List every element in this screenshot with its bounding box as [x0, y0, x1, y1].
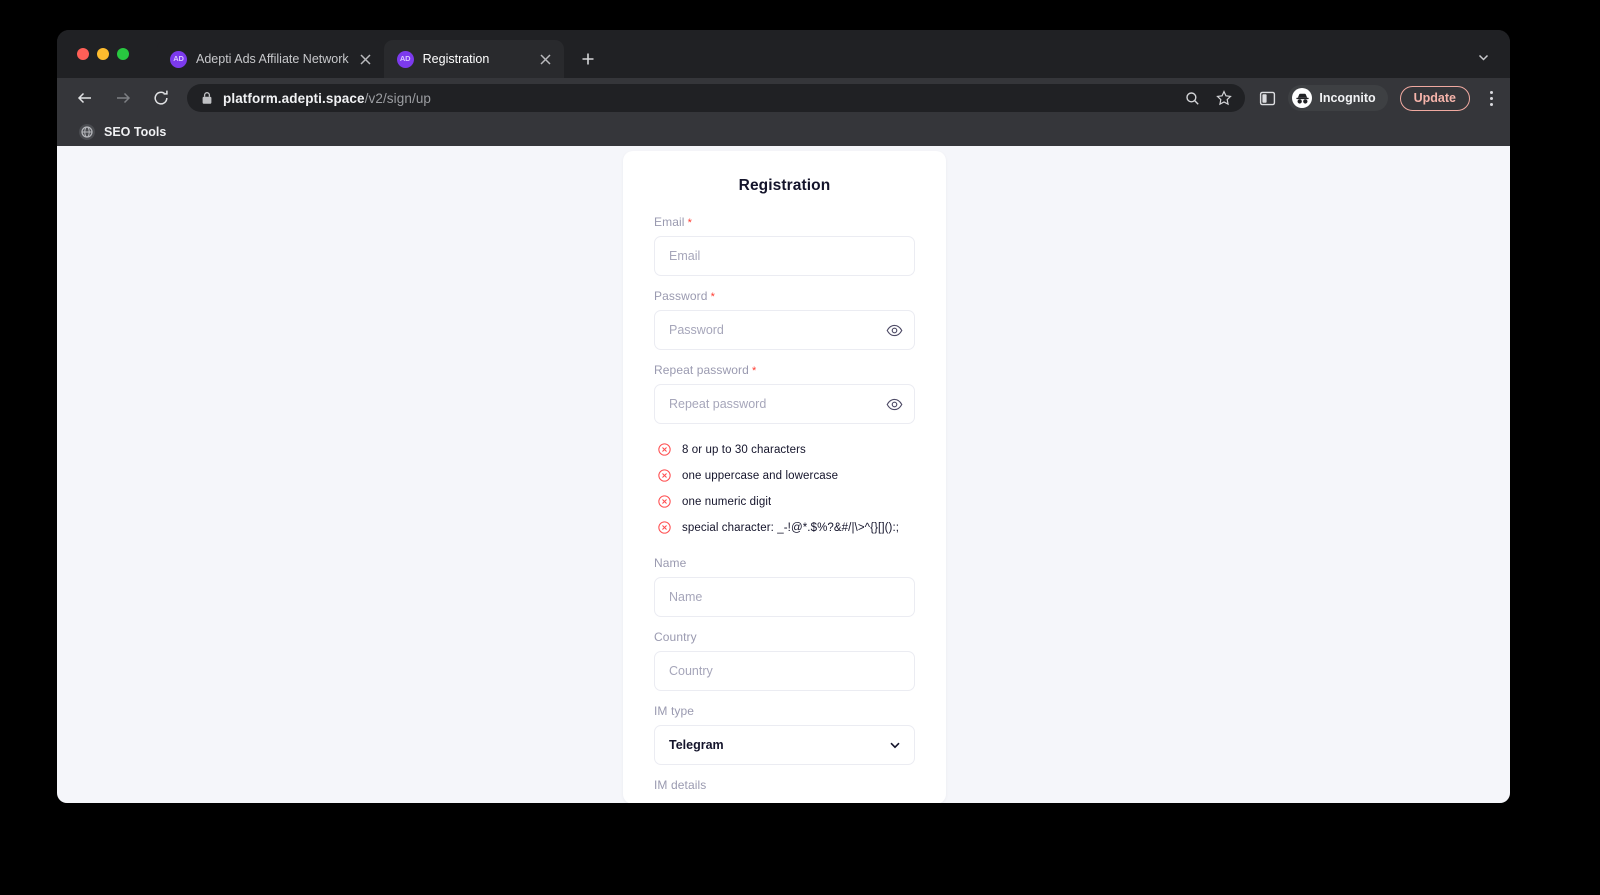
side-panel-icon[interactable]	[1259, 90, 1276, 107]
password-label: Password *	[654, 289, 915, 303]
form-field-im-type: IM type Telegram	[654, 704, 915, 765]
label-text: Password	[654, 289, 708, 303]
password-field[interactable]	[654, 310, 915, 350]
form-field-country: Country	[654, 630, 915, 691]
reload-icon[interactable]	[149, 86, 173, 110]
circle-x-icon	[658, 443, 671, 456]
page-viewport: Registration Email * Password *	[57, 146, 1510, 803]
url-domain: platform.adepti.space	[223, 90, 365, 106]
requirement-item: one uppercase and lowercase	[658, 469, 915, 482]
chevron-down-icon[interactable]	[887, 737, 903, 753]
email-label: Email *	[654, 215, 915, 229]
more-vertical-icon[interactable]	[1482, 87, 1500, 109]
form-field-email: Email *	[654, 215, 915, 276]
star-icon[interactable]	[1213, 87, 1235, 109]
favicon-label: AD	[399, 54, 411, 64]
omnibox[interactable]: platform.adepti.space/v2/sign/up	[187, 84, 1246, 112]
adepti-favicon: AD	[396, 50, 414, 68]
bookmarks-bar: SEO Tools	[57, 118, 1510, 146]
toolbar-right-actions: Incognito Update	[1259, 85, 1500, 111]
browser-tab-adepti-ads-affiliate-network[interactable]: AD Adepti Ads Affiliate Network	[157, 40, 384, 78]
update-button[interactable]: Update	[1399, 85, 1470, 111]
close-tab-icon[interactable]	[358, 51, 374, 67]
bookmark-label: SEO Tools	[104, 125, 167, 139]
incognito-icon	[1292, 88, 1313, 108]
registration-card: Registration Email * Password *	[623, 151, 946, 803]
repeat-password-field[interactable]	[654, 384, 915, 424]
window-traffic-lights	[77, 48, 129, 60]
favicon-label: AD	[173, 54, 184, 64]
globe-icon	[79, 124, 95, 140]
password-requirements-list: 8 or up to 30 characters one uppercase a…	[654, 443, 915, 534]
lock-icon	[201, 91, 213, 105]
page-title: Registration	[738, 177, 831, 194]
new-tab-button[interactable]	[574, 45, 602, 73]
adepti-favicon: AD	[170, 50, 187, 68]
close-tab-icon[interactable]	[538, 51, 554, 67]
profile-label: Incognito	[1319, 91, 1376, 105]
im-type-label: IM type	[654, 704, 695, 718]
url-text: platform.adepti.space/v2/sign/up	[223, 91, 1171, 106]
eye-icon[interactable]	[884, 320, 904, 340]
required-asterisk: *	[707, 291, 716, 303]
requirement-item: one numeric digit	[658, 495, 915, 508]
requirement-text: 8 or up to 30 characters	[682, 443, 806, 456]
email-field[interactable]	[654, 236, 915, 276]
close-window-button[interactable]	[77, 48, 89, 60]
circle-x-icon	[658, 521, 671, 534]
tab-list: AD Adepti Ads Affiliate Network AD Regis…	[157, 40, 602, 78]
browser-toolbar: platform.adepti.space/v2/sign/up Incogni…	[57, 78, 1510, 118]
form-field-name: Name	[654, 556, 915, 617]
repeat-password-label: Repeat password *	[654, 363, 915, 377]
requirement-text: special character: _-!@*.$%?&#/|\>^{}[](…	[682, 521, 900, 534]
plus-icon	[582, 53, 594, 65]
im-type-select[interactable]: Telegram	[654, 725, 915, 765]
requirement-text: one numeric digit	[682, 495, 772, 508]
tab-title: Registration	[422, 52, 490, 66]
required-asterisk: *	[684, 217, 693, 229]
browser-window: AD Adepti Ads Affiliate Network AD Regis…	[57, 30, 1510, 803]
name-field[interactable]	[654, 577, 915, 617]
name-label: Name	[654, 556, 687, 570]
label-text: Repeat password	[654, 363, 749, 377]
requirement-item: special character: _-!@*.$%?&#/|\>^{}[](…	[658, 521, 915, 534]
required-asterisk: *	[748, 365, 757, 377]
im-details-label: IM details	[654, 778, 707, 792]
form-field-password: Password *	[654, 289, 915, 350]
url-path: /v2/sign/up	[364, 90, 432, 106]
arrow-right-icon[interactable]	[111, 86, 135, 110]
bookmark-item-seo-tools[interactable]: SEO Tools	[71, 121, 174, 143]
circle-x-icon	[658, 469, 671, 482]
tab-title: Adepti Ads Affiliate Network	[196, 52, 349, 66]
form-field-repeat-password: Repeat password *	[654, 363, 915, 424]
eye-icon[interactable]	[884, 394, 904, 414]
maximize-window-button[interactable]	[117, 48, 129, 60]
search-icon[interactable]	[1181, 87, 1203, 109]
requirement-text: one uppercase and lowercase	[682, 469, 839, 482]
circle-x-icon	[658, 495, 671, 508]
arrow-left-icon[interactable]	[73, 86, 97, 110]
profile-chip-incognito[interactable]: Incognito	[1288, 85, 1388, 111]
country-label: Country	[654, 630, 697, 644]
tab-strip: AD Adepti Ads Affiliate Network AD Regis…	[57, 30, 1510, 78]
country-field[interactable]	[654, 651, 915, 691]
minimize-window-button[interactable]	[97, 48, 109, 60]
requirement-item: 8 or up to 30 characters	[658, 443, 915, 456]
label-text: Email	[654, 215, 685, 229]
browser-tab-registration[interactable]: AD Registration	[383, 40, 564, 78]
chevron-down-icon[interactable]	[1472, 46, 1494, 68]
im-type-selected-value: Telegram	[669, 738, 724, 752]
